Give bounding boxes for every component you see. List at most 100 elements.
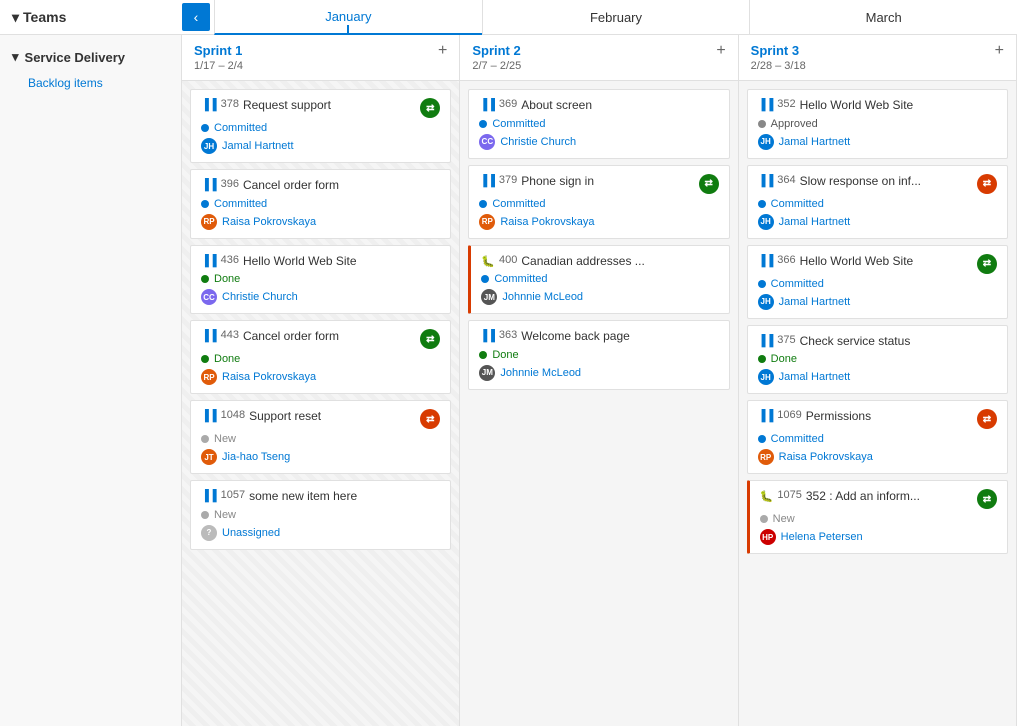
tab-january[interactable]: January	[214, 0, 482, 35]
status-text: Committed	[214, 198, 267, 210]
card-title: Welcome back page	[521, 329, 630, 345]
status-dot	[201, 200, 209, 208]
status-dot	[479, 200, 487, 208]
status-text: Committed	[771, 433, 824, 445]
sprint-2-add-button[interactable]: +	[716, 43, 725, 59]
user-story-icon: ▐▐	[201, 490, 217, 502]
active-indicator	[347, 25, 349, 33]
card-title: some new item here	[249, 489, 357, 505]
status-text: Committed	[771, 278, 824, 290]
card-id: 369	[499, 98, 517, 110]
sprint-column-2: Sprint 2 2/7 – 2/25 + ▐▐ 369 About scree…	[460, 35, 738, 726]
avatar: JH	[201, 138, 217, 154]
status-text: Committed	[492, 118, 545, 130]
status-dot	[201, 435, 209, 443]
card-id: 396	[221, 178, 239, 190]
assignee-name[interactable]: Raisa Pokrovskaya	[222, 216, 316, 228]
status-text: Approved	[771, 118, 818, 130]
sprint-1-add-button[interactable]: +	[438, 43, 447, 59]
assignee-name[interactable]: Jia-hao Tseng	[222, 451, 290, 463]
link-button[interactable]: ⇄	[977, 489, 997, 509]
sprint-2-title: Sprint 2	[472, 43, 521, 58]
link-button[interactable]: ⇄	[699, 174, 719, 194]
status-text: Committed	[492, 198, 545, 210]
status-dot	[758, 355, 766, 363]
avatar: HP	[760, 529, 776, 545]
status-text: Committed	[771, 198, 824, 210]
assignee-name[interactable]: Unassigned	[222, 527, 280, 539]
assignee-name[interactable]: Jamal Hartnett	[222, 140, 294, 152]
assignee-name[interactable]: Raisa Pokrovskaya	[500, 216, 594, 228]
avatar: RP	[479, 214, 495, 230]
status-text: Committed	[494, 273, 547, 285]
link-button[interactable]: ⇄	[420, 409, 440, 429]
user-story-icon: ▐▐	[758, 175, 774, 187]
user-story-icon: ▐▐	[758, 335, 774, 347]
status-dot	[758, 120, 766, 128]
user-story-icon: ▐▐	[479, 175, 495, 187]
status-text: Done	[492, 349, 518, 361]
user-story-icon: ▐▐	[201, 330, 217, 342]
sprint-3-cards: ▐▐ 352 Hello World Web Site Approved JH …	[739, 81, 1016, 726]
sidebar-item-backlog[interactable]: Backlog items	[0, 71, 181, 95]
assignee-name[interactable]: Christie Church	[222, 291, 298, 303]
sprint-3-add-button[interactable]: +	[995, 43, 1004, 59]
card-id: 378	[221, 98, 239, 110]
sprint-3-title: Sprint 3	[751, 43, 806, 58]
status-dot	[201, 275, 209, 283]
status-dot	[479, 351, 487, 359]
teams-label[interactable]: ▾ Teams	[0, 9, 182, 26]
link-button[interactable]: ⇄	[420, 98, 440, 118]
link-button[interactable]: ⇄	[420, 329, 440, 349]
card-1069: ▐▐ 1069 Permissions ⇄ Committed RP Raisa…	[747, 400, 1008, 474]
sprint-column-1: Sprint 1 1/17 – 2/4 + ▐▐ 378 Request sup…	[182, 35, 460, 726]
assignee-name[interactable]: Raisa Pokrovskaya	[779, 451, 873, 463]
card-id: 400	[499, 254, 517, 266]
user-story-icon: ▐▐	[479, 99, 495, 111]
assignee-name[interactable]: Johnnie McLeod	[502, 291, 583, 303]
assignee-name[interactable]: Jamal Hartnett	[779, 371, 851, 383]
status-dot	[479, 120, 487, 128]
user-story-icon: ▐▐	[758, 255, 774, 267]
assignee-name[interactable]: Christie Church	[500, 136, 576, 148]
bug-icon: 🐛	[760, 490, 774, 503]
tab-march[interactable]: March	[749, 0, 1017, 35]
card-title: Phone sign in	[521, 174, 594, 190]
assignee-name[interactable]: Johnnie McLeod	[500, 367, 581, 379]
sidebar-section: ▾ Service Delivery Backlog items	[0, 35, 181, 103]
avatar: RP	[201, 214, 217, 230]
sprint-2-cards: ▐▐ 369 About screen Committed CC Christi…	[460, 81, 737, 726]
card-title: Cancel order form	[243, 178, 339, 194]
avatar: RP	[758, 449, 774, 465]
avatar: JH	[758, 369, 774, 385]
nav-prev-button[interactable]: ‹	[182, 3, 210, 31]
card-title: Request support	[243, 98, 331, 114]
card-id: 364	[777, 174, 795, 186]
link-button[interactable]: ⇄	[977, 174, 997, 194]
assignee-name[interactable]: Raisa Pokrovskaya	[222, 371, 316, 383]
assignee-name[interactable]: Jamal Hartnett	[779, 296, 851, 308]
status-dot	[758, 280, 766, 288]
card-id: 1048	[221, 409, 245, 421]
card-352: ▐▐ 352 Hello World Web Site Approved JH …	[747, 89, 1008, 159]
assignee-name[interactable]: Jamal Hartnett	[779, 136, 851, 148]
sprint-2-dates: 2/7 – 2/25	[472, 60, 521, 72]
card-436: ▐▐ 436 Hello World Web Site Done CC Chri…	[190, 245, 451, 315]
link-button[interactable]: ⇄	[977, 254, 997, 274]
card-id: 1075	[777, 489, 801, 501]
card-title: Hello World Web Site	[800, 254, 914, 270]
user-story-icon: ▐▐	[201, 179, 217, 191]
card-title: 352 : Add an inform...	[806, 489, 920, 505]
card-366: ▐▐ 366 Hello World Web Site ⇄ Committed …	[747, 245, 1008, 319]
sidebar-team-service-delivery[interactable]: ▾ Service Delivery	[0, 43, 181, 71]
card-id: 363	[499, 329, 517, 341]
card-title: Canadian addresses ...	[521, 254, 644, 270]
status-dot	[760, 515, 768, 523]
status-dot	[758, 435, 766, 443]
assignee-name[interactable]: Jamal Hartnett	[779, 216, 851, 228]
avatar: JH	[758, 294, 774, 310]
assignee-name[interactable]: Helena Petersen	[781, 531, 863, 543]
link-button[interactable]: ⇄	[977, 409, 997, 429]
tab-february[interactable]: February	[482, 0, 750, 35]
avatar: JT	[201, 449, 217, 465]
